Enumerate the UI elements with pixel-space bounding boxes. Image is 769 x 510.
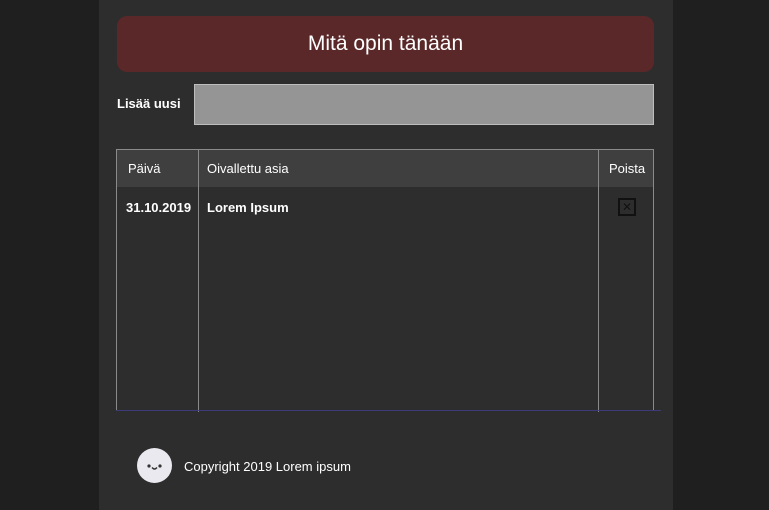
table-bottom-border: [116, 410, 661, 411]
page-title-text: Mitä opin tänään: [307, 32, 464, 55]
add-new-label: Lisää uusi: [117, 96, 181, 111]
column-header-date: Päivä: [128, 161, 161, 176]
row-item: Lorem Ipsum: [207, 200, 289, 215]
column-header-item: Oivallettu asia: [207, 161, 289, 176]
learnings-table: Päivä Oivallettu asia Poista 31.10.2019 …: [116, 149, 654, 412]
main-panel: Mitä opin tänään Lisää uusi Päivä Oivall…: [99, 0, 673, 510]
footer-copyright: Copyright 2019 Lorem ipsum: [184, 459, 351, 474]
add-new-input[interactable]: [194, 84, 654, 125]
column-divider: [198, 150, 199, 412]
row-date: 31.10.2019: [126, 200, 192, 215]
column-divider: [598, 150, 599, 412]
delete-row-button[interactable]: ✕: [618, 198, 636, 216]
close-icon: ✕: [621, 200, 633, 214]
page: Mitä opin tänään Lisää uusi Päivä Oivall…: [0, 0, 769, 510]
column-header-delete: Poista: [609, 161, 646, 176]
page-title: Mitä opin tänään: [117, 16, 654, 72]
smiley-face-icon: [137, 448, 172, 483]
